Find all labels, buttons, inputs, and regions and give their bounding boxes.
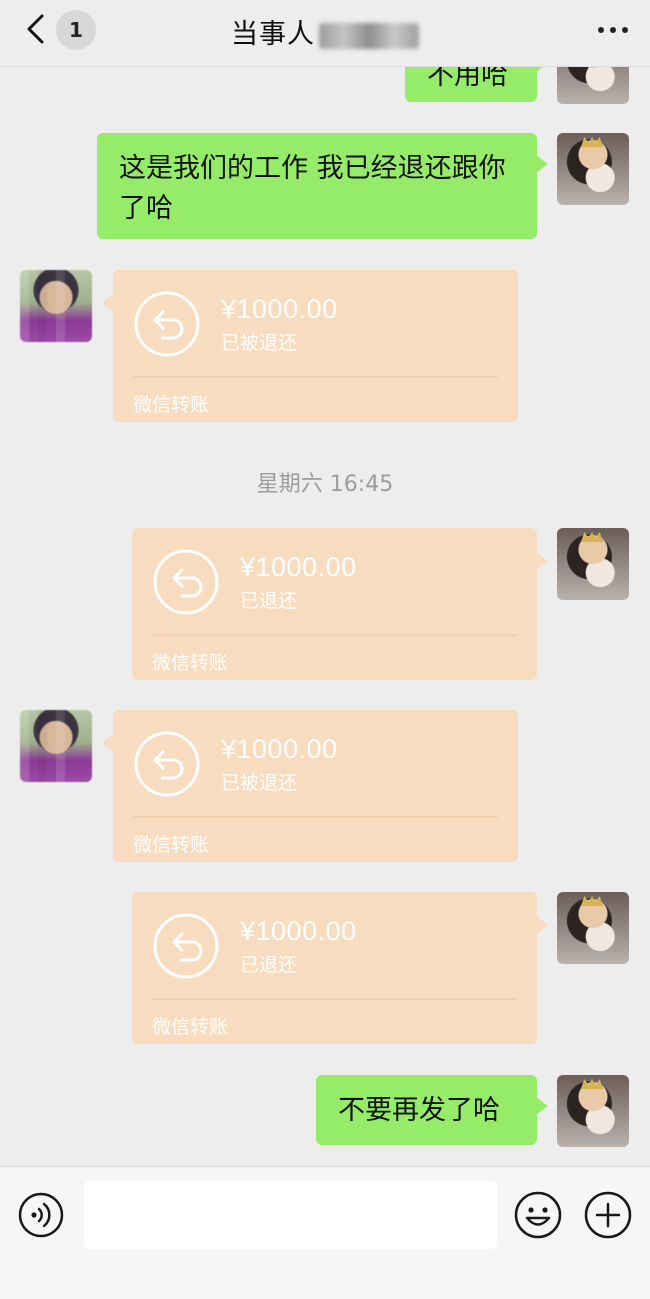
emoji-icon[interactable] [514,1191,562,1239]
transfer-card[interactable]: ¥1000.00 已退还 微信转账 [132,528,548,680]
avatar-contact[interactable] [20,270,92,342]
message-bubble-text[interactable]: 不要再发了哈 [316,1075,548,1145]
avatar-self[interactable] [557,1075,629,1147]
transfer-card[interactable]: ¥1000.00 已被退还 微信转账 [102,710,518,862]
divider [133,376,498,378]
chat-title: 当事人 [0,12,650,51]
transfer-status: 已被退还 [221,332,298,354]
message-input[interactable] [84,1181,497,1249]
transfer-label: 微信转账 [133,394,210,416]
transfer-amount: ¥1000.00 [221,734,338,764]
chat-header: 1 当事人 [0,0,650,67]
return-arrow-icon [134,731,200,797]
transfer-amount: ¥1000.00 [221,294,338,324]
return-arrow-icon [153,913,219,979]
return-arrow-icon [153,549,219,615]
divider [133,816,498,818]
transfer-label: 微信转账 [152,652,229,674]
transfer-amount: ¥1000.00 [240,916,357,946]
voice-icon[interactable] [18,1192,64,1238]
message-text: 不要再发了哈 [338,1095,500,1126]
return-arrow-icon [134,291,200,357]
redacted-name-blur [319,22,419,49]
transfer-status: 已退还 [240,590,298,612]
message-bubble-text[interactable]: 这是我们的工作 我已经退还跟你了哈 [97,133,548,239]
divider [152,998,517,1000]
avatar-self[interactable] [557,892,629,964]
transfer-card[interactable]: ¥1000.00 已退还 微信转账 [132,892,548,1044]
timestamp: 星期六 16:45 [256,472,394,497]
divider [152,634,517,636]
avatar-self[interactable] [557,133,629,205]
transfer-status: 已退还 [240,954,298,976]
more-dots-icon[interactable] [596,24,630,36]
transfer-amount: ¥1000.00 [240,552,357,582]
input-bar [0,1166,650,1299]
transfer-status: 已被退还 [221,772,298,794]
transfer-label: 微信转账 [152,1016,229,1038]
plus-icon[interactable] [584,1191,632,1239]
message-text: 这是我们的工作 我已经退还跟你了哈 [119,153,506,224]
transfer-label: 微信转账 [133,834,210,856]
avatar-self[interactable] [557,528,629,600]
chat-title-text: 当事人 [231,19,315,50]
avatar-contact[interactable] [20,710,92,782]
transfer-card[interactable]: ¥1000.00 已被退还 微信转账 [102,270,518,422]
